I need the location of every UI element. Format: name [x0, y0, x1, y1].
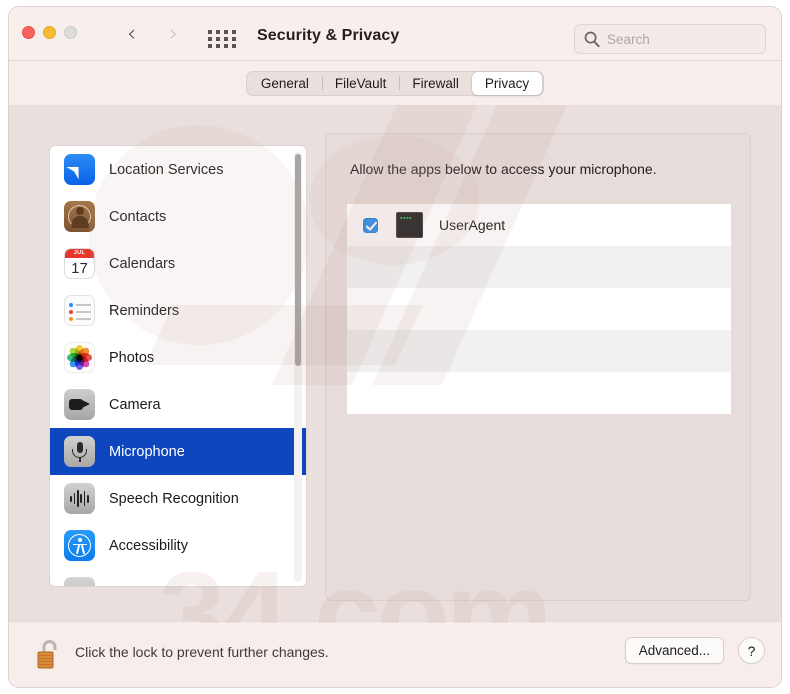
location-services-icon: [64, 154, 95, 185]
sidebar-item-microphone[interactable]: Microphone: [50, 428, 306, 475]
sidebar-item-reminders[interactable]: Reminders: [50, 287, 306, 334]
search-icon: [584, 31, 600, 48]
sidebar-item-label: Contacts: [109, 208, 167, 225]
panel-description: Allow the apps below to access your micr…: [350, 161, 657, 177]
allowed-apps-list[interactable]: ▪▪▪▪ UserAgent: [347, 204, 731, 414]
table-row-empty: [347, 372, 731, 414]
sidebar-item-photos[interactable]: Photos: [50, 334, 306, 381]
sidebar-item-label: Speech Recognition: [109, 490, 239, 507]
window-titlebar: ‹ › Security & Privacy Search: [9, 7, 781, 61]
tab-firewall[interactable]: Firewall: [399, 72, 472, 95]
tab-bar: General FileVault Firewall Privacy: [9, 61, 781, 105]
lock-note: Click the lock to prevent further change…: [75, 644, 329, 660]
grid-apps-icon[interactable]: [208, 30, 236, 50]
privacy-pane: Location Services Contacts JUL 17 Calend…: [9, 105, 781, 623]
sidebar-item-label: Reminders: [109, 302, 180, 319]
search-input[interactable]: Search: [574, 24, 766, 54]
table-row[interactable]: ▪▪▪▪ UserAgent: [347, 204, 731, 246]
advanced-button[interactable]: Advanced...: [624, 637, 724, 664]
chevron-right-icon: ›: [169, 21, 179, 47]
traffic-light-group: [22, 26, 77, 39]
sidebar-item-label: Photos: [109, 349, 155, 366]
sidebar-item-calendars[interactable]: JUL 17 Calendars: [50, 240, 306, 287]
sidebar-item-partial[interactable]: [50, 569, 306, 586]
chevron-left-icon[interactable]: ‹: [127, 23, 136, 46]
close-button[interactable]: [22, 26, 35, 39]
tab-general[interactable]: General: [248, 72, 322, 95]
privacy-category-sidebar[interactable]: Location Services Contacts JUL 17 Calend…: [49, 145, 307, 587]
window-footer: Click the lock to prevent further change…: [9, 621, 781, 687]
contacts-icon: [64, 201, 95, 232]
system-preferences-window: ‹ › Security & Privacy Search General Fi…: [8, 6, 782, 688]
speech-recognition-icon: [64, 483, 95, 514]
sidebar-item-label: Accessibility: [109, 537, 188, 554]
unlocked-padlock-icon[interactable]: [35, 636, 63, 672]
terminal-app-icon: ▪▪▪▪: [396, 212, 423, 238]
microphone-icon: [64, 436, 95, 467]
photos-icon: [64, 342, 95, 373]
tab-privacy[interactable]: Privacy: [471, 71, 543, 95]
app-permission-checkbox[interactable]: [363, 217, 378, 233]
sidebar-item-label: Microphone: [109, 443, 185, 460]
sidebar-item-accessibility[interactable]: Accessibility: [50, 522, 306, 569]
sidebar-scrollbar[interactable]: [294, 152, 302, 582]
table-row-empty: [347, 288, 731, 330]
sidebar-item-label: Camera: [109, 396, 161, 413]
sidebar-item-label: Calendars: [109, 255, 176, 272]
calendar-day: 17: [71, 260, 88, 277]
microphone-permissions-panel: Allow the apps below to access your micr…: [325, 133, 751, 601]
search-placeholder: Search: [607, 32, 650, 47]
help-button[interactable]: ?: [738, 637, 765, 664]
reminders-icon: [64, 295, 95, 326]
table-row-empty: [347, 246, 731, 288]
sidebar-scrollbar-thumb[interactable]: [295, 154, 301, 366]
sidebar-item-speech-recognition[interactable]: Speech Recognition: [50, 475, 306, 522]
sidebar-item-location-services[interactable]: Location Services: [50, 146, 306, 193]
zoom-button: [64, 26, 77, 39]
tab-filevault[interactable]: FileVault: [321, 72, 400, 95]
calendar-icon: JUL 17: [64, 248, 95, 279]
minimize-button[interactable]: [43, 26, 56, 39]
calendar-month: JUL: [65, 249, 94, 258]
sidebar-item-contacts[interactable]: Contacts: [50, 193, 306, 240]
cutoff-app-icon: [64, 577, 95, 586]
accessibility-icon: [64, 530, 95, 561]
camera-icon: [64, 389, 95, 420]
app-name: UserAgent: [439, 217, 506, 233]
page-title: Security & Privacy: [257, 27, 400, 44]
sidebar-item-label: Location Services: [109, 161, 224, 178]
table-row-empty: [347, 330, 731, 372]
sidebar-item-camera[interactable]: Camera: [50, 381, 306, 428]
